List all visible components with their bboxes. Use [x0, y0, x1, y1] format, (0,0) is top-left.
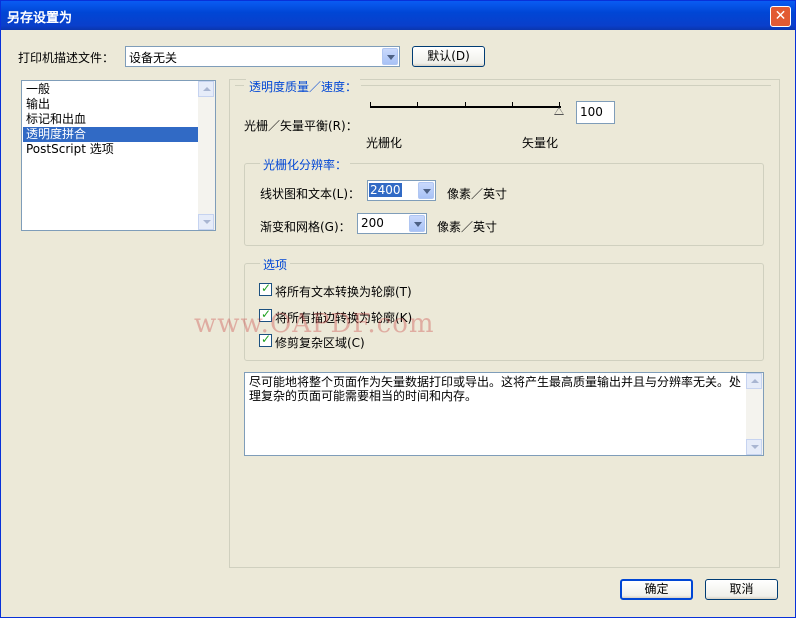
raster-vector-balance-label: 光栅／矢量平衡(R)：	[244, 119, 358, 133]
convert-text-label[interactable]: 将所有文本转换为轮廓(T)	[275, 283, 412, 300]
scroll-down-icon[interactable]	[746, 439, 762, 455]
balance-value-input[interactable]: 100	[576, 101, 615, 124]
list-item-general[interactable]: 一般	[23, 82, 201, 97]
chevron-down-icon[interactable]	[418, 182, 434, 199]
close-button[interactable]: ✕	[770, 6, 791, 27]
slider-tick	[370, 102, 371, 107]
description-text: 尽可能地将整个页面作为矢量数据打印或导出。这将产生最高质量输出并且与分辨率无关。…	[249, 375, 742, 403]
vectorize-caption: 矢量化	[522, 136, 559, 150]
description-box[interactable]: 尽可能地将整个页面作为矢量数据打印或导出。这将产生最高质量输出并且与分辨率无关。…	[244, 372, 764, 456]
scroll-up-icon[interactable]	[198, 81, 214, 97]
list-scrollbar[interactable]	[198, 81, 215, 230]
legend-rule	[235, 85, 244, 86]
chevron-down-icon[interactable]	[409, 215, 425, 232]
save-settings-dialog: 另存设置为 ✕ 打印机描述文件： 设备无关 默认(D) 一般 输出 标记和出血 …	[0, 0, 796, 618]
transparency-quality-legend: 透明度质量／速度：	[246, 78, 361, 95]
convert-text-checkbox[interactable]	[259, 281, 272, 296]
description-scrollbar[interactable]	[746, 373, 763, 455]
legend-rule-right	[361, 85, 771, 86]
slider-tick	[512, 102, 513, 107]
ok-button[interactable]: 确定	[620, 579, 693, 600]
scroll-up-icon[interactable]	[746, 373, 762, 389]
default-button[interactable]: 默认(D)	[412, 46, 485, 67]
line-art-label: 线状图和文本(L)：	[260, 187, 361, 201]
list-item-marks-bleed[interactable]: 标记和出血	[23, 112, 201, 127]
gradient-resolution-select[interactable]: 200	[357, 213, 427, 234]
chevron-down-icon[interactable]	[382, 48, 398, 65]
options-legend: 选项	[260, 256, 291, 273]
raster-resolution-legend: 光栅化分辨率：	[260, 156, 351, 173]
scroll-down-icon[interactable]	[198, 214, 214, 230]
gradient-unit: 像素／英寸	[437, 220, 498, 234]
rasterize-caption: 光栅化	[366, 136, 403, 150]
watermark: www.OAPDF.com	[194, 309, 435, 339]
line-art-resolution-value: 2400	[369, 183, 402, 197]
slider-tick	[465, 102, 466, 107]
gradient-resolution-value: 200	[361, 216, 384, 230]
printer-description-label: 打印机描述文件：	[18, 51, 115, 65]
gradient-mesh-label: 渐变和网格(G)：	[260, 220, 351, 234]
printer-description-value: 设备无关	[129, 51, 178, 65]
slider-thumb[interactable]	[554, 107, 564, 115]
line-art-resolution-select[interactable]: 2400	[367, 180, 436, 201]
title-bar[interactable]: 另存设置为 ✕	[1, 1, 795, 30]
printer-description-select[interactable]: 设备无关	[125, 46, 400, 67]
list-item-postscript-options[interactable]: PostScript 选项	[23, 142, 201, 157]
window-title: 另存设置为	[7, 11, 73, 26]
balance-value: 100	[580, 105, 603, 119]
list-item-output[interactable]: 输出	[23, 97, 201, 112]
line-art-unit: 像素／英寸	[447, 187, 508, 201]
list-item-transparency-flattening[interactable]: 透明度拼合	[23, 127, 201, 142]
slider-tick	[417, 102, 418, 107]
cancel-button[interactable]: 取消	[705, 579, 778, 600]
category-list[interactable]: 一般 输出 标记和出血 透明度拼合 PostScript 选项	[21, 80, 216, 231]
